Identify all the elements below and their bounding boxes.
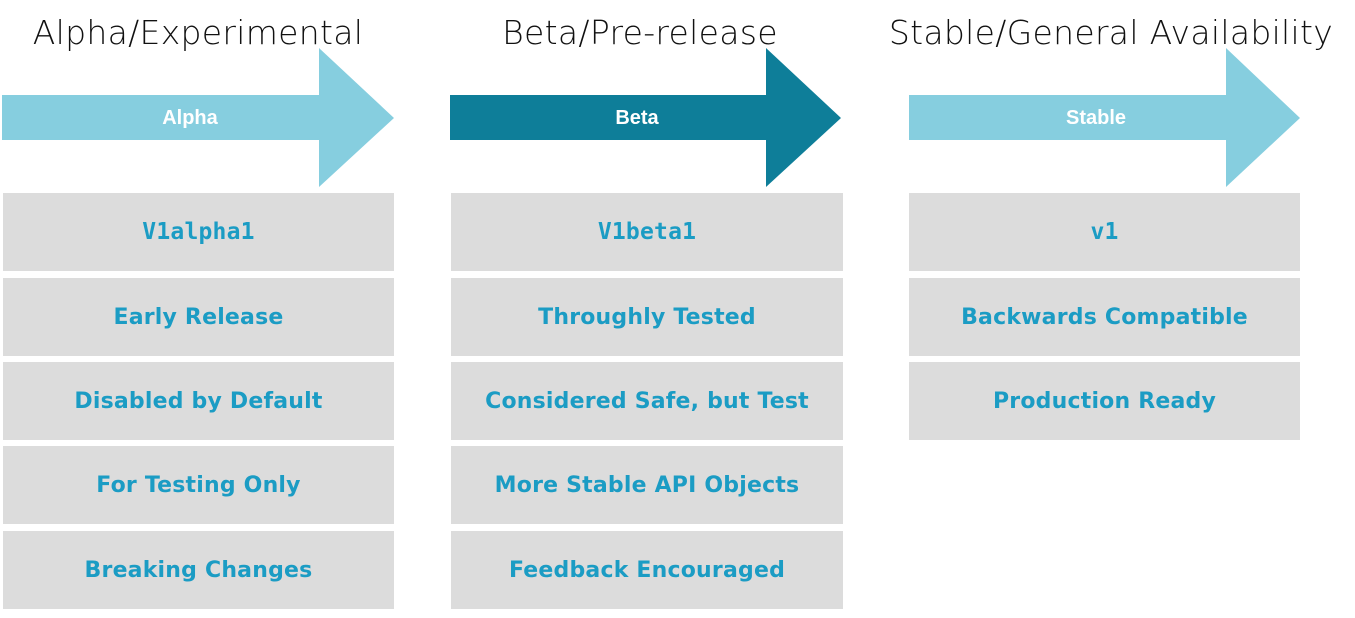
trait-box: Production Ready	[909, 362, 1300, 440]
trait-box: Throughly Tested	[451, 278, 843, 356]
version-box-beta: V1beta1	[451, 193, 843, 271]
stage-arrow-stable: Stable	[909, 48, 1303, 188]
arrow-label-alpha: Alpha	[162, 107, 218, 129]
version-box-alpha: V1alpha1	[3, 193, 394, 271]
trait-box: Disabled by Default	[3, 362, 394, 440]
trait-box: For Testing Only	[3, 446, 394, 524]
trait-box: Feedback Encouraged	[451, 531, 843, 609]
trait-box: Breaking Changes	[3, 531, 394, 609]
trait-box: Backwards Compatible	[909, 278, 1300, 356]
trait-box: Early Release	[3, 278, 394, 356]
trait-box: More Stable API Objects	[451, 446, 843, 524]
arrow-label-stable: Stable	[1065, 107, 1127, 129]
stage-arrow-alpha: Alpha	[2, 48, 396, 188]
version-box-stable: v1	[909, 193, 1300, 271]
trait-box: Considered Safe, but Test	[451, 362, 843, 440]
arrow-label-beta: Beta	[615, 107, 659, 129]
stage-arrow-beta: Beta	[450, 48, 844, 188]
